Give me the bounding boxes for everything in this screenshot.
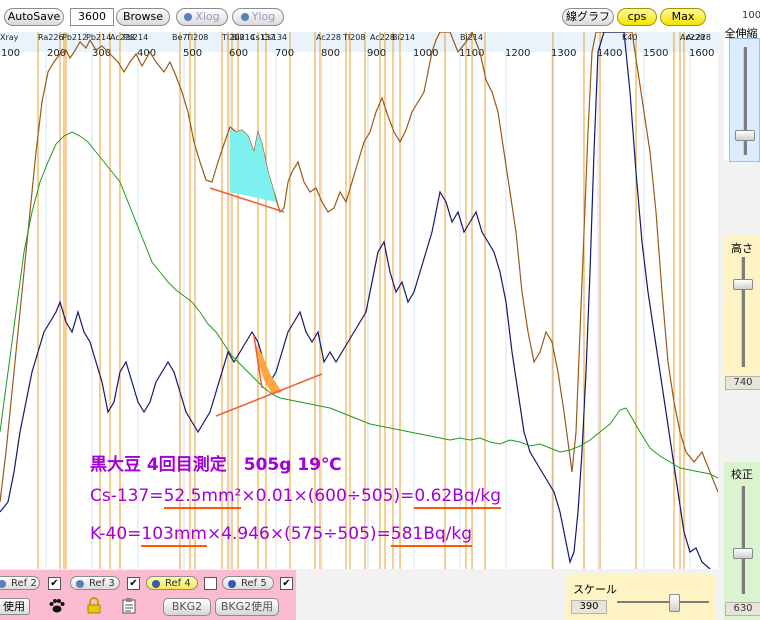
- x-tick-label: 700: [275, 48, 294, 59]
- scale-track: [617, 601, 709, 603]
- green-background-line: [0, 131, 718, 479]
- full-zoom-slider[interactable]: [729, 38, 760, 162]
- ref5-dot-icon: [228, 580, 236, 588]
- k40-formula: K-40=103mm×4.946×(575÷505)=581Bq/kg: [90, 524, 472, 544]
- cs137-suffix: ×0.01×(600÷505)=: [241, 486, 415, 506]
- peak-label: Xray: [0, 33, 19, 42]
- brown-spectrum-line: [0, 32, 718, 503]
- ref4-label: Ref 4: [165, 578, 191, 589]
- x-tick-label: 1400: [597, 48, 622, 59]
- peak-label: Cs134: [262, 33, 287, 42]
- scale-label: スケール: [573, 583, 617, 596]
- autosave-button[interactable]: AutoSave: [4, 8, 64, 26]
- toolbar: AutoSave 3600 Browse Xlog Ylog 線グラフ cps …: [0, 0, 724, 32]
- bkg2-button[interactable]: BKG2: [163, 598, 211, 616]
- spectrum-plot[interactable]: 100 200 300 400 500 600 700 800 900 1000 1100 1200 1…: [0, 32, 718, 569]
- correction-label: 校正: [731, 468, 753, 481]
- ylog-label: Ylog: [251, 10, 276, 23]
- annotation-title: 黒大豆 4回目測定 505g 19℃: [90, 455, 342, 475]
- peak-label: Pb212: [62, 33, 87, 42]
- correction-panel: 校正: [724, 462, 760, 620]
- height-track: [741, 257, 745, 367]
- peak-label: Ac228: [316, 33, 341, 42]
- cps-button[interactable]: cps: [617, 8, 657, 26]
- height-thumb[interactable]: [733, 279, 753, 290]
- x-tick-label: 1000: [413, 48, 438, 59]
- duration-field[interactable]: 3600: [70, 8, 114, 26]
- ref3-label: Ref 3: [89, 578, 115, 589]
- x-tick-label: 100: [1, 48, 20, 59]
- height-label: 高さ: [731, 242, 753, 255]
- ref2-label: Ref 2: [11, 578, 37, 589]
- reference-panel: Ref 2 ✔ Ref 3 ✔ Ref 4 Ref 5 ✔ 使用 BKG2 BK…: [0, 570, 296, 620]
- top-value: 100: [742, 10, 760, 21]
- xlog-label: Xlog: [195, 10, 220, 23]
- peak-label: Tl208: [185, 33, 208, 42]
- x-tick-label: 1600: [689, 48, 714, 59]
- paw-icon[interactable]: [48, 598, 66, 614]
- height-value: 740: [725, 376, 760, 390]
- cs137-prefix: Cs-137=: [90, 486, 164, 506]
- ref4-button[interactable]: Ref 4: [146, 576, 198, 590]
- x-tick-label: 300: [92, 48, 111, 59]
- x-tick-label: 900: [367, 48, 386, 59]
- peak-label: Bi214: [460, 33, 483, 42]
- max-button[interactable]: Max: [660, 8, 706, 26]
- ref5-label: Ref 5: [241, 578, 267, 589]
- x-tick-label: 1200: [505, 48, 530, 59]
- ref5-button[interactable]: Ref 5: [222, 576, 274, 590]
- ylog-button[interactable]: Ylog: [232, 8, 284, 26]
- ref4-dot-icon: [152, 580, 160, 588]
- k40-result: 581Bq/kg: [390, 524, 473, 544]
- correction-thumb[interactable]: [733, 548, 753, 559]
- xlog-dot-icon: [184, 13, 193, 21]
- x-tick-label: 800: [321, 48, 340, 59]
- x-tick-label: 1500: [643, 48, 668, 59]
- lock-icon[interactable]: [87, 597, 101, 614]
- ref5-checkbox[interactable]: ✔: [280, 577, 293, 590]
- x-tick-label: 200: [47, 48, 66, 59]
- ref3-checkbox[interactable]: ✔: [127, 577, 140, 590]
- peak-label: Tl208: [342, 33, 365, 42]
- k40-area: 103mm: [141, 524, 207, 544]
- x-tick-label: 600: [229, 48, 248, 59]
- correction-track: [741, 486, 745, 594]
- peak-label: Pb214: [123, 33, 148, 42]
- k40-suffix: ×4.946×(575÷505)=: [206, 524, 391, 544]
- full-zoom-thumb[interactable]: [735, 130, 755, 141]
- ref2-button[interactable]: Ref 2: [0, 576, 40, 590]
- cs137-peak-fill: [230, 130, 276, 202]
- ref2-dot-icon: [0, 580, 6, 588]
- ref2-checkbox[interactable]: ✔: [48, 577, 61, 590]
- scale-panel: スケール 390: [565, 574, 715, 620]
- ref3-button[interactable]: Ref 3: [70, 576, 120, 590]
- use-button[interactable]: 使用: [0, 598, 30, 615]
- peak-label: Ac228: [686, 33, 711, 42]
- scale-thumb[interactable]: [669, 594, 680, 612]
- scale-value: 390: [571, 600, 607, 614]
- peak-label: Bi214: [392, 33, 415, 42]
- correction-value: 630: [725, 602, 760, 616]
- ref4-checkbox[interactable]: [204, 577, 217, 590]
- height-panel: 高さ: [724, 235, 760, 390]
- xlog-button[interactable]: Xlog: [176, 8, 228, 26]
- browse-button[interactable]: Browse: [116, 8, 170, 26]
- cs137-area: 52.5mm²: [163, 486, 242, 506]
- x-tick-label: 500: [183, 48, 202, 59]
- peak-label: Ra226: [38, 33, 64, 42]
- k40-prefix: K-40=: [90, 524, 142, 544]
- bkg2-use-button[interactable]: BKG2使用: [215, 598, 279, 616]
- cs137-result: 0.62Bq/kg: [414, 486, 502, 506]
- x-tick-label: 1300: [551, 48, 576, 59]
- cs137-formula: Cs-137=52.5mm²×0.01×(600÷505)=0.62Bq/kg: [90, 486, 501, 506]
- line-graph-button[interactable]: 線グラフ: [562, 8, 614, 26]
- ylog-dot-icon: [240, 13, 249, 21]
- ref3-dot-icon: [76, 580, 84, 588]
- clipboard-icon[interactable]: [122, 598, 136, 614]
